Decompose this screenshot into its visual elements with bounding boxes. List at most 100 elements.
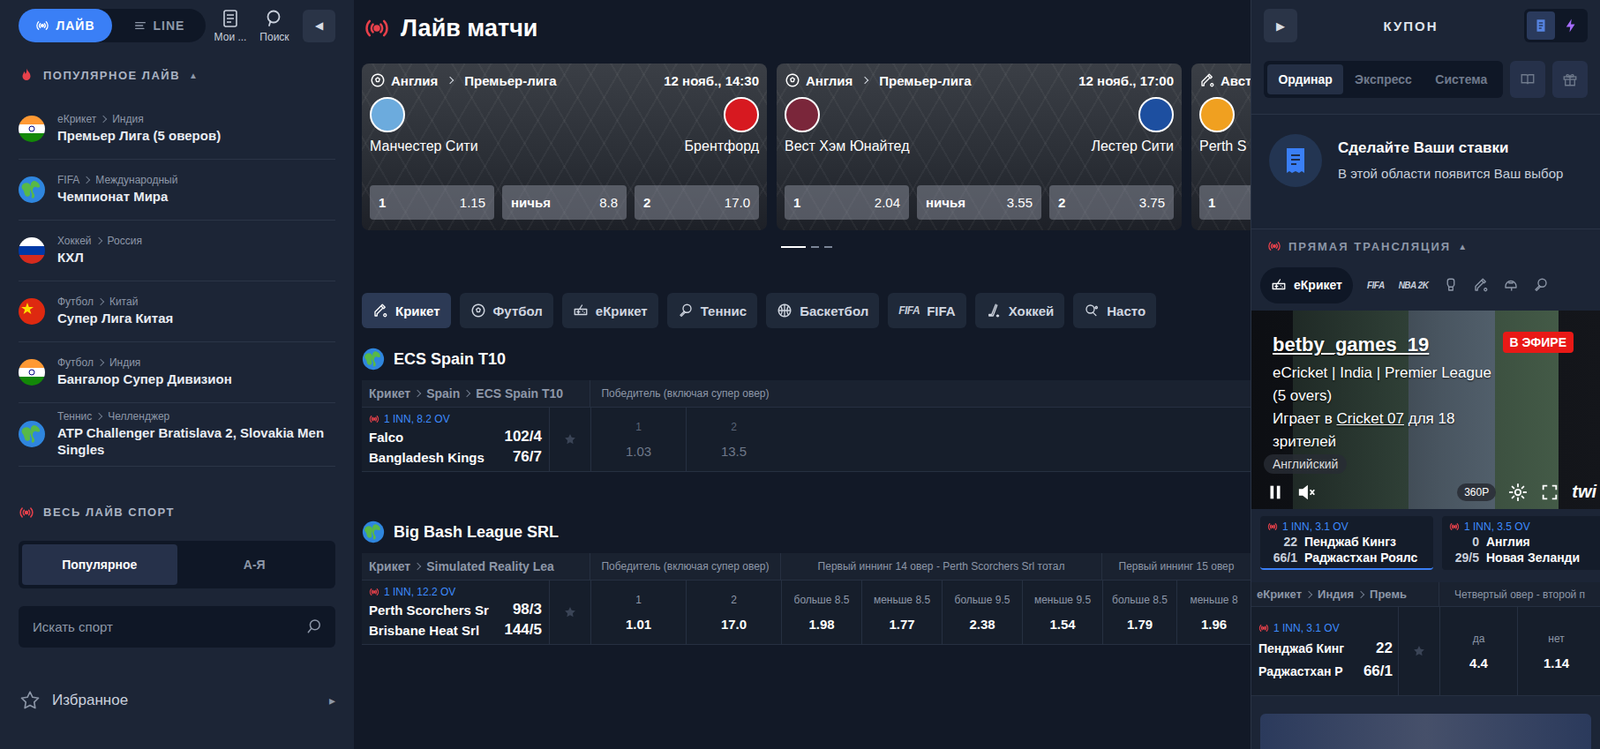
odds-button[interactable]: 1 — [1199, 185, 1251, 220]
expand-toggle[interactable]: ▲ — [188, 70, 199, 81]
pager-dot[interactable] — [824, 246, 833, 248]
league-title[interactable]: ECS Spain T10 — [361, 339, 1251, 379]
stream-match-card[interactable]: 1 INN, 3.5 OV0Англия29/5Новая Зеланди — [1442, 516, 1600, 571]
odds-button[interactable]: ничья8.8 — [502, 185, 627, 220]
sport-tab[interactable]: Крикет — [361, 292, 451, 329]
sport-tab[interactable]: Баскетбол — [766, 292, 879, 329]
sport-tab[interactable]: Теннис — [667, 292, 758, 329]
sport-tab[interactable]: FIFAFIFA — [887, 292, 967, 329]
bet-type-tab[interactable]: Экспресс — [1344, 64, 1421, 95]
breadcrumb-item[interactable]: Spain — [426, 386, 460, 401]
breadcrumb-item[interactable]: Крикет — [368, 559, 411, 574]
stream-sport-tab[interactable] — [1532, 277, 1549, 293]
favorite-cell[interactable] — [548, 580, 591, 645]
favorites-row[interactable]: Избранное▸ — [18, 683, 336, 719]
breadcrumb-item[interactable]: Премь — [1369, 587, 1407, 601]
sport-tab[interactable]: Футбол — [459, 292, 554, 329]
fullscreen-icon[interactable] — [1539, 482, 1560, 503]
odds-cell[interactable]: меньше 81.96 — [1176, 580, 1251, 645]
sort-tab[interactable]: Популярное — [22, 544, 178, 586]
popular-live-item[interactable]: ФутболКитайСупер Лига Китая — [18, 281, 336, 343]
popular-live-item[interactable]: ХоккейРоссияКХЛ — [18, 220, 336, 282]
league-title[interactable]: Big Bash League SRL — [361, 512, 1251, 552]
gear-icon[interactable] — [1508, 482, 1528, 503]
featured-match-card[interactable]: АнглияПремьер-лига12 нояб., 14:30Манчест… — [361, 63, 767, 231]
odds-cell[interactable]: 213.5 — [685, 407, 782, 472]
stream-sport-tab[interactable]: еКрикет — [1260, 267, 1353, 304]
event-teams[interactable]: 1 INN, 3.1 OVПенджаб Кинг22Раджастхан Р6… — [1251, 607, 1398, 696]
stream-sport-tab[interactable]: FIFA — [1367, 280, 1385, 291]
sort-tab[interactable]: А-Я — [177, 544, 333, 586]
pager-dot[interactable] — [811, 246, 819, 248]
language-tag[interactable]: Английский — [1263, 454, 1347, 474]
expand-toggle[interactable]: ▲ — [1457, 241, 1469, 252]
search-icon[interactable] — [305, 617, 324, 636]
stream-sport-tab[interactable] — [1472, 277, 1489, 293]
breadcrumb-item[interactable]: ECS Spain T10 — [475, 386, 564, 401]
coupon-mode-button[interactable] — [1526, 11, 1555, 40]
event-teams[interactable]: 1 INN, 8.2 OVFalco102/4Bangladesh Kings7… — [361, 407, 549, 472]
odds-cell[interactable]: нет1.14 — [1517, 607, 1595, 696]
play-button[interactable]: ▶ — [1263, 8, 1298, 43]
favorite-cell[interactable] — [1397, 607, 1440, 696]
sport-tab[interactable]: еКрикет — [562, 292, 659, 329]
platform-logo[interactable]: twi — [1571, 481, 1597, 503]
breadcrumb-item[interactable]: Simulated Reality Lea — [426, 559, 555, 574]
coupon-tool-button[interactable] — [1552, 60, 1588, 98]
odds-cell[interactable]: 11.01 — [590, 580, 686, 645]
odds-button[interactable]: 11.15 — [369, 185, 495, 220]
coupon-mode-button[interactable] — [1556, 11, 1585, 40]
sport-search-field[interactable] — [18, 606, 336, 648]
sport-tab[interactable]: Хоккей — [975, 292, 1066, 329]
video-player[interactable]: betby_games_19eCricket | India | Premier… — [1251, 310, 1600, 510]
favorite-cell[interactable] — [548, 407, 591, 472]
popular-live-item[interactable]: ТеннисЧелленджерATP Challenger Bratislav… — [18, 403, 336, 467]
stream-sport-tab[interactable]: NBA 2K — [1398, 280, 1429, 291]
coupon-tool-button[interactable] — [1509, 60, 1546, 98]
popular-live-item[interactable]: FIFAМеждународныйЧемпионат Мира — [18, 159, 336, 221]
odds-cell[interactable]: 11.03 — [590, 407, 686, 472]
odds-cell[interactable]: 217.0 — [685, 580, 782, 645]
odds-cell[interactable]: больше 8.51.79 — [1102, 580, 1177, 645]
live-stream-header[interactable]: ПРЯМАЯ ТРАНСЛЯЦИЯ▲ — [1251, 229, 1600, 263]
star-icon[interactable] — [563, 432, 578, 447]
odds-cell[interactable]: меньше 8.51.77 — [861, 580, 942, 645]
sport-tab[interactable]: Насто — [1073, 292, 1157, 329]
odds-button[interactable]: ничья3.55 — [916, 185, 1042, 220]
sidebar-tool-button[interactable]: Поиск — [255, 7, 294, 44]
star-icon[interactable] — [1412, 644, 1427, 659]
sidebar-tool-button[interactable]: Мои ... — [210, 7, 250, 44]
channel-name[interactable]: betby_games_19 — [1272, 333, 1494, 357]
odds-cell[interactable]: больше 8.51.98 — [781, 580, 862, 645]
game-link[interactable]: Cricket 07 — [1336, 410, 1405, 428]
stream-sport-tab[interactable] — [1442, 277, 1459, 293]
stream-match-card[interactable]: 1 INN, 3.1 OV22Пенджаб Кингз66/1Раджастх… — [1260, 516, 1434, 571]
featured-match-card[interactable]: АнглияПремьер-лига12 нояб., 17:00Вест Хэ… — [776, 63, 1182, 231]
star-icon[interactable] — [563, 605, 578, 620]
popular-live-header[interactable]: ПОПУЛЯРНОЕ ЛАЙВ▲ — [18, 51, 336, 99]
odds-button[interactable]: 12.04 — [784, 185, 909, 220]
popular-live-item[interactable]: еКрикетИндияПремьер Лига (5 оверов) — [18, 98, 336, 160]
stream-sport-tab[interactable] — [1502, 277, 1519, 293]
odds-button[interactable]: 217.0 — [634, 185, 759, 220]
quality-badge[interactable]: 360P — [1457, 483, 1496, 502]
bet-type-tab[interactable]: Ординар — [1267, 64, 1344, 95]
sport-search-input[interactable] — [30, 618, 299, 636]
pager-dot[interactable] — [781, 246, 806, 248]
event-teams[interactable]: 1 INN, 12.2 OVPerth Scorchers Sr98/3Bris… — [361, 580, 549, 645]
odds-cell[interactable]: меньше 9.51.54 — [1021, 580, 1103, 645]
breadcrumb-item[interactable]: Индия — [1317, 587, 1354, 601]
breadcrumb-item[interactable]: еКрикет — [1256, 587, 1302, 601]
next-stream-card[interactable] — [1260, 713, 1592, 749]
featured-match-card[interactable]: АвстPerth S1 — [1191, 63, 1251, 231]
popular-live-item[interactable]: ФутболИндияБангалор Супер Дивизион — [18, 342, 336, 404]
odds-button[interactable]: 23.75 — [1049, 185, 1174, 220]
mode-tab[interactable]: ЛАЙВ — [18, 8, 113, 43]
volume-icon[interactable] — [1297, 482, 1317, 503]
breadcrumb-item[interactable]: Крикет — [368, 386, 411, 401]
collapse-button[interactable]: ◀ — [302, 9, 336, 43]
odds-cell[interactable]: больше 9.52.38 — [941, 580, 1022, 645]
mode-tab[interactable]: LINE — [112, 8, 206, 43]
bet-type-tab[interactable]: Система — [1423, 64, 1500, 95]
odds-cell[interactable]: да4.4 — [1439, 607, 1518, 696]
